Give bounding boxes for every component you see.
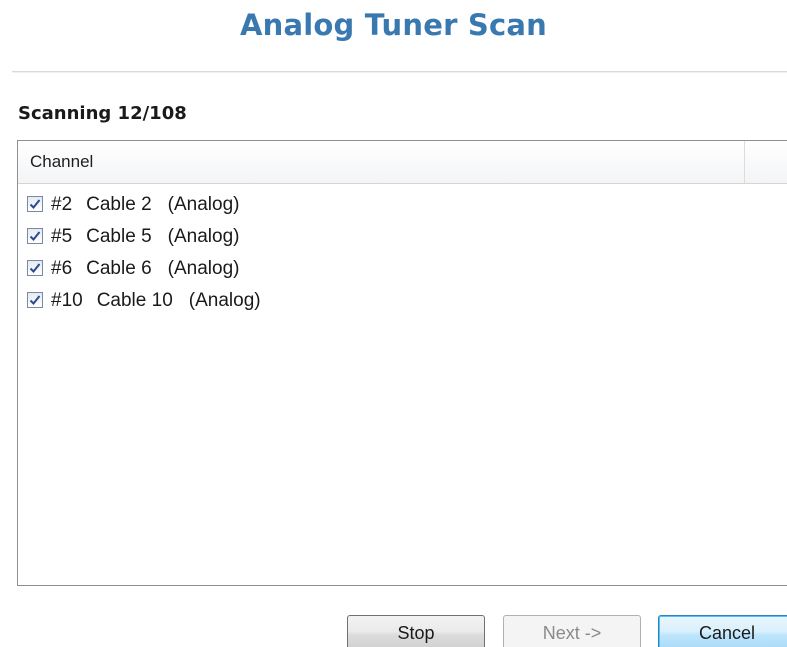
checkmark-icon xyxy=(29,199,41,209)
channel-number: #10 xyxy=(51,290,83,311)
scan-status-text: Scanning 12/108 xyxy=(18,103,187,124)
channel-number: #2 xyxy=(51,194,73,215)
column-header-filler xyxy=(745,141,787,183)
channel-label: #2 Cable 2 (Analog) xyxy=(51,194,239,216)
next-button[interactable]: Next -> xyxy=(503,615,641,647)
list-header: Channel xyxy=(18,141,787,184)
page-title: Analog Tuner Scan xyxy=(239,8,548,42)
cancel-button[interactable]: Cancel xyxy=(658,615,787,647)
checkmark-icon xyxy=(29,263,41,273)
channel-type: (Analog) xyxy=(167,258,240,279)
channel-checkbox[interactable] xyxy=(27,196,43,212)
channel-name: Cable 2 xyxy=(86,194,152,215)
channel-rows: #2 Cable 2 (Analog) #5 Cable 5 (Analog) xyxy=(18,190,787,318)
channel-label: #5 Cable 5 (Analog) xyxy=(51,226,239,248)
channel-type: (Analog) xyxy=(167,226,240,247)
list-item[interactable]: #6 Cable 6 (Analog) xyxy=(18,254,787,286)
column-header-channel[interactable]: Channel xyxy=(18,141,745,183)
channel-checkbox[interactable] xyxy=(27,292,43,308)
channel-name: Cable 10 xyxy=(96,290,173,311)
channel-checkbox[interactable] xyxy=(27,228,43,244)
channel-name: Cable 5 xyxy=(86,226,152,247)
channel-type: (Analog) xyxy=(167,194,240,215)
stop-button[interactable]: Stop xyxy=(347,615,485,647)
checkmark-icon xyxy=(29,231,41,241)
title-separator xyxy=(12,71,787,73)
list-item[interactable]: #10 Cable 10 (Analog) xyxy=(18,286,787,318)
channel-list[interactable]: Channel #2 Cable 2 (Analog) #5 Cable 5 (… xyxy=(17,140,787,586)
checkmark-icon xyxy=(29,295,41,305)
channel-checkbox[interactable] xyxy=(27,260,43,276)
channel-number: #5 xyxy=(51,226,73,247)
column-header-label: Channel xyxy=(30,152,94,171)
channel-name: Cable 6 xyxy=(86,258,152,279)
channel-label: #10 Cable 10 (Analog) xyxy=(51,290,261,312)
channel-number: #6 xyxy=(51,258,73,279)
list-item[interactable]: #5 Cable 5 (Analog) xyxy=(18,222,787,254)
channel-type: (Analog) xyxy=(188,290,261,311)
scan-dialog: Analog Tuner Scan Scanning 12/108 Channe… xyxy=(0,0,787,647)
list-item[interactable]: #2 Cable 2 (Analog) xyxy=(18,190,787,222)
channel-label: #6 Cable 6 (Analog) xyxy=(51,258,239,280)
